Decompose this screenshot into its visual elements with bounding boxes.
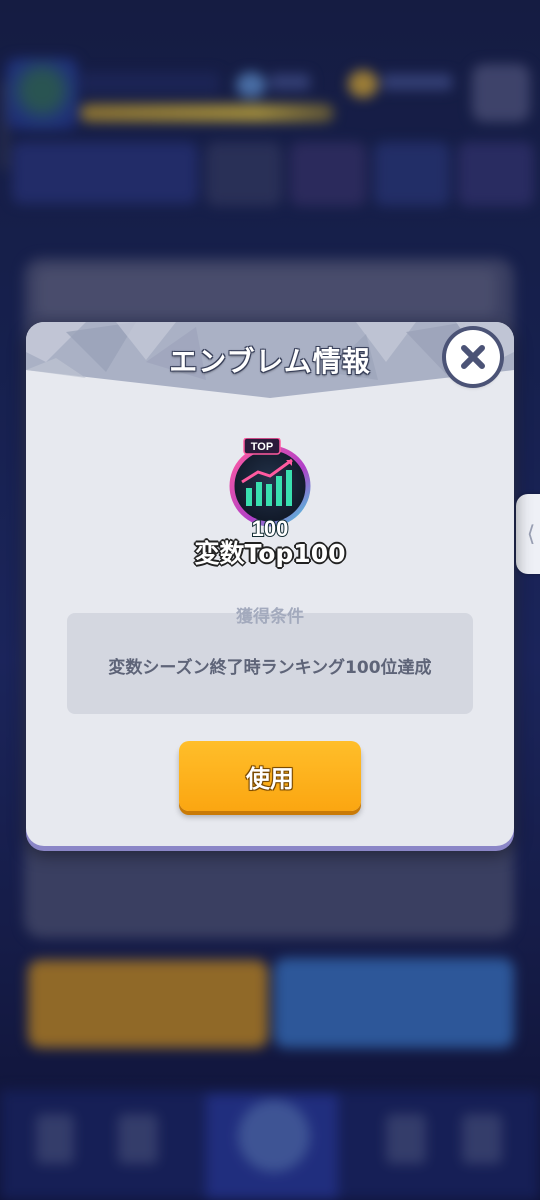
chevron-left-icon: ⟨ bbox=[526, 521, 536, 547]
emblem-info-dialog: エンブレム情報 TOP 100 変数Top100 獲得条件 変数シーズン終了時ラ… bbox=[26, 322, 514, 846]
condition-text: 変数シーズン終了時ランキング100位達成 bbox=[108, 658, 432, 678]
use-button-label: 使用 bbox=[246, 764, 294, 793]
dialog-title: エンブレム情報 bbox=[169, 345, 371, 378]
side-drawer-handle[interactable]: ⟨ bbox=[516, 494, 540, 574]
top100-emblem-icon: TOP 100 bbox=[229, 438, 311, 538]
game-screen: ⟨ エンブレム情報 TOP 100 変数Top100 獲得条件 変数シーズン終了… bbox=[0, 0, 540, 1200]
condition-label: 獲得条件 bbox=[236, 607, 304, 627]
use-button[interactable]: 使用 bbox=[179, 741, 361, 811]
emblem-name: 変数Top100 bbox=[194, 539, 346, 568]
close-button[interactable] bbox=[446, 330, 500, 384]
svg-text:TOP: TOP bbox=[251, 441, 273, 453]
close-icon bbox=[461, 345, 485, 369]
